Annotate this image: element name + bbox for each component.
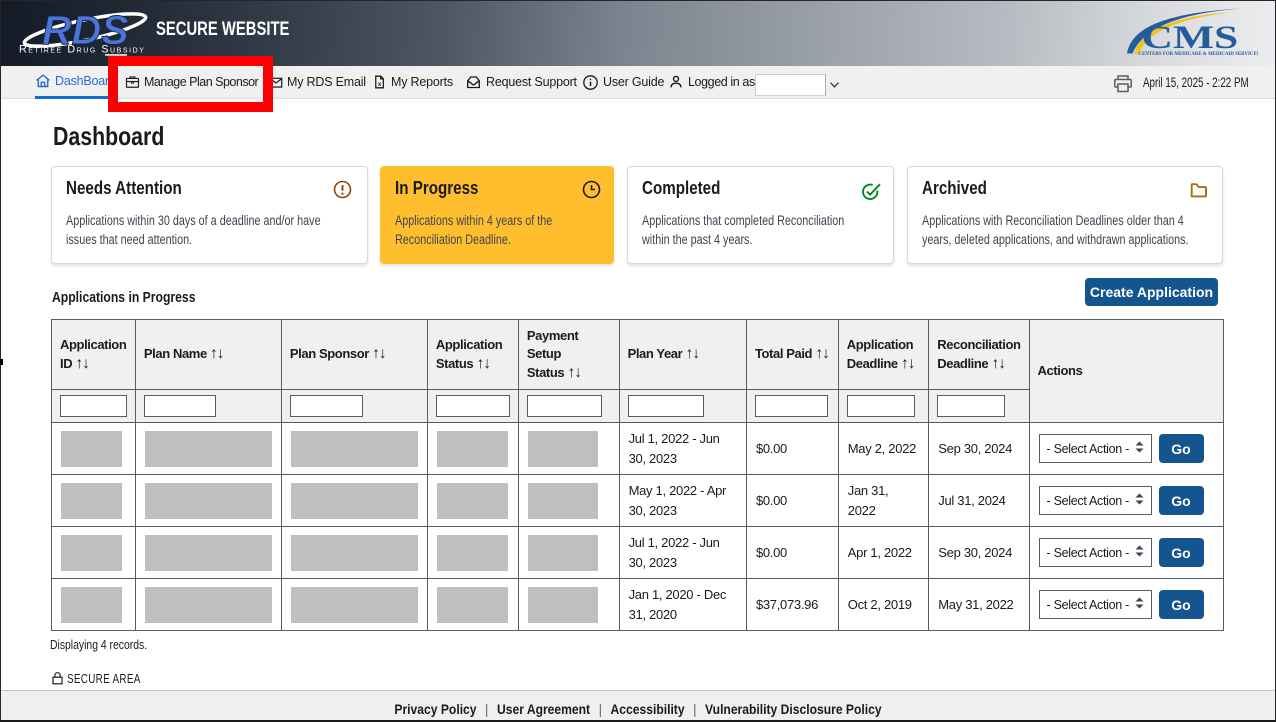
svg-text:CENTERS FOR MEDICARE & MEDICAI: CENTERS FOR MEDICARE & MEDICAID SERVICES xyxy=(1139,52,1258,57)
svg-text:Retiree Drug Subsidy: Retiree Drug Subsidy xyxy=(19,44,145,56)
svg-text:x: x xyxy=(378,81,382,88)
svg-text:CMS: CMS xyxy=(1142,20,1239,56)
